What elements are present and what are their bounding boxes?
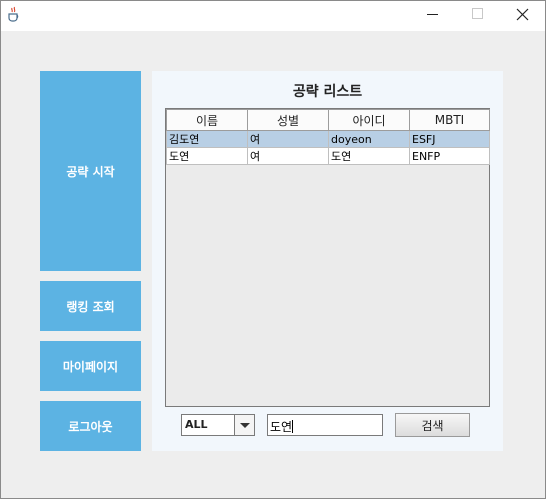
close-button[interactable] [499, 1, 545, 31]
table-row[interactable]: 김도연 여 doyeon ESFJ [166, 130, 490, 148]
title-bar [1, 1, 545, 31]
cell-gender[interactable]: 여 [247, 130, 329, 148]
table-header-row: 이름 성별 아이디 MBTI [166, 109, 490, 131]
column-header-mbti[interactable]: MBTI [409, 109, 490, 131]
table-row[interactable]: 도연 여 도연 ENFP [166, 147, 490, 165]
guide-table-scrollpane[interactable]: 이름 성별 아이디 MBTI 김도연 여 doyeon ESFJ 도연 여 도연… [165, 108, 490, 407]
cell-name[interactable]: 김도연 [166, 130, 248, 148]
filter-combobox[interactable]: ALL [181, 414, 255, 436]
cell-mbti[interactable]: ESFJ [409, 130, 490, 148]
maximize-button[interactable] [454, 1, 500, 31]
search-button[interactable]: 검색 [395, 413, 470, 437]
guide-list-panel: 공략 리스트 이름 성별 아이디 MBTI 김도연 여 doyeon ESFJ … [152, 71, 503, 451]
cell-id[interactable]: doyeon [328, 130, 410, 148]
column-header-gender[interactable]: 성별 [247, 109, 329, 131]
mypage-button[interactable]: 마이페이지 [40, 341, 141, 391]
chevron-down-icon[interactable] [234, 415, 254, 435]
close-icon [516, 8, 529, 21]
cell-gender[interactable]: 여 [247, 147, 329, 165]
search-input[interactable]: 도연 [267, 414, 383, 436]
cell-mbti[interactable]: ENFP [409, 147, 490, 165]
minimize-button[interactable] [409, 1, 455, 31]
search-input-value: 도연 [270, 420, 293, 434]
cell-id[interactable]: 도연 [328, 147, 410, 165]
start-guide-button[interactable]: 공략 시작 [40, 71, 141, 271]
text-caret [292, 420, 294, 433]
cell-name[interactable]: 도연 [166, 147, 248, 165]
java-coffee-icon [6, 6, 22, 22]
ranking-button[interactable]: 랭킹 조회 [40, 281, 141, 331]
logout-button[interactable]: 로그아웃 [40, 401, 141, 451]
content-area: 공략 시작 랭킹 조회 마이페이지 로그아웃 공략 리스트 이름 성별 아이디 … [1, 31, 545, 498]
column-header-id[interactable]: 아이디 [328, 109, 410, 131]
filter-selected-value: ALL [185, 418, 208, 431]
guide-table[interactable]: 이름 성별 아이디 MBTI 김도연 여 doyeon ESFJ 도연 여 도연… [166, 109, 490, 165]
panel-title: 공략 리스트 [292, 84, 363, 100]
app-window: 공략 시작 랭킹 조회 마이페이지 로그아웃 공략 리스트 이름 성별 아이디 … [0, 0, 546, 499]
column-header-name[interactable]: 이름 [166, 109, 248, 131]
